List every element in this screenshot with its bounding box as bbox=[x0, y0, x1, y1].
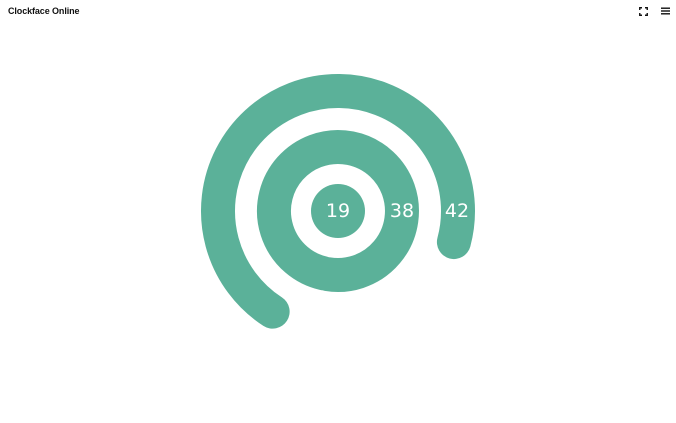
hours-value: 19 bbox=[326, 200, 350, 222]
clock-face: 19 38 42 bbox=[201, 74, 475, 329]
seconds-value: 42 bbox=[445, 200, 469, 222]
minutes-value: 38 bbox=[390, 200, 414, 222]
